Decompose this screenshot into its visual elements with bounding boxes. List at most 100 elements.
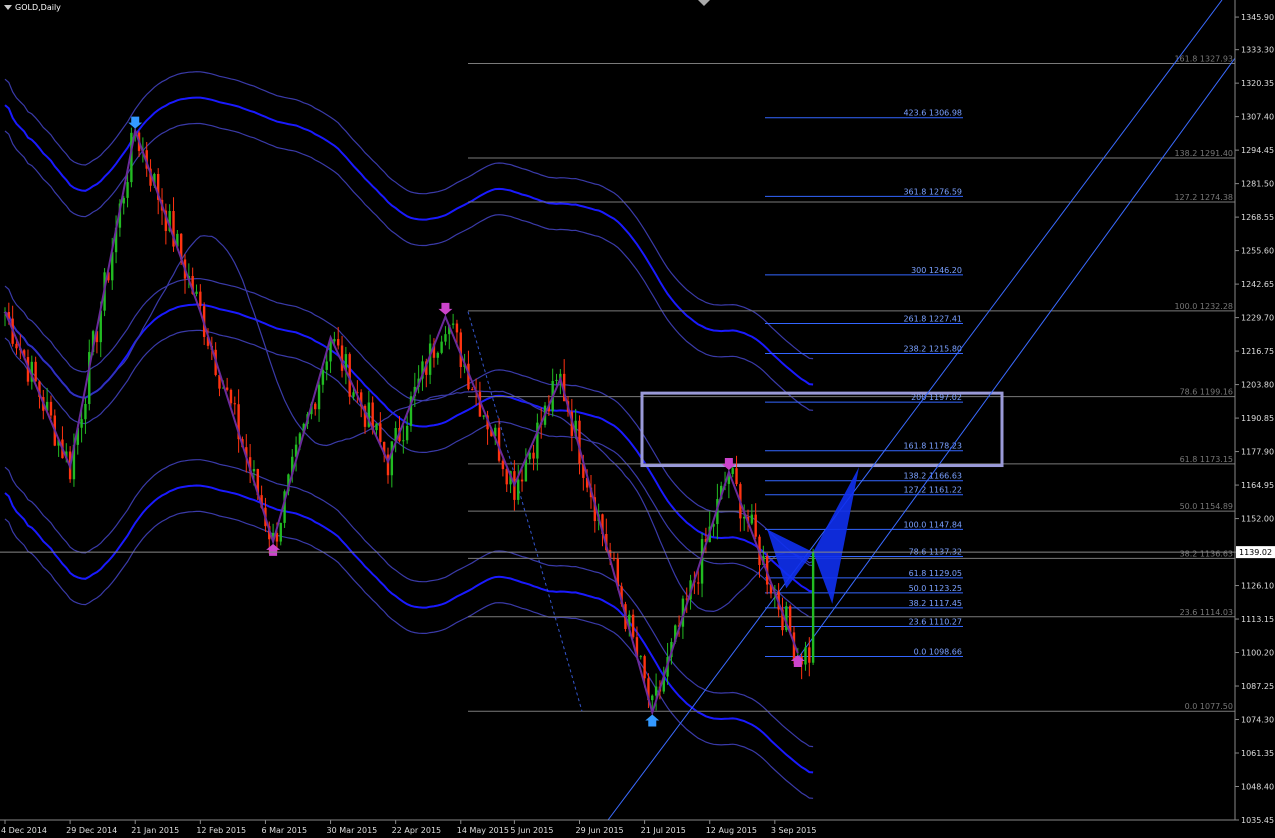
candle-body [505, 469, 508, 485]
price-tick-label: 1242.65 [1241, 280, 1274, 289]
chevron-down-icon[interactable] [4, 5, 12, 10]
candle-body [233, 403, 236, 405]
candle-body [520, 479, 524, 482]
fib-gray-label: 138.2 1291.40 [1174, 149, 1233, 158]
candle-body [555, 379, 558, 381]
candle-body [195, 291, 198, 294]
fib-gray-label: 100.0 1232.28 [1174, 302, 1233, 311]
price-tick-label: 1177.90 [1241, 448, 1274, 457]
candle-body [501, 460, 505, 470]
fib-blue-label: 127.2 1161.22 [903, 486, 962, 495]
time-tick-label: 14 May 2015 [457, 826, 509, 835]
price-tick-label: 1061.35 [1241, 749, 1274, 758]
candle-body [49, 401, 53, 416]
candle-body [612, 558, 616, 560]
time-tick-label: 30 Mar 2015 [327, 826, 378, 835]
price-tick-label: 1087.25 [1241, 682, 1274, 691]
price-tick-label: 1307.40 [1241, 113, 1274, 122]
time-tick-label: 6 Mar 2015 [261, 826, 307, 835]
candle-body [352, 392, 355, 397]
fib-blue-label: 61.8 1129.05 [909, 569, 962, 578]
candle-body [735, 468, 738, 485]
candle-body [405, 425, 409, 441]
fib-blue-label: 0.0 1098.66 [914, 648, 962, 657]
candle-body [333, 339, 336, 342]
price-tick-label: 1320.35 [1241, 79, 1274, 88]
price-tick-label: 1255.60 [1241, 247, 1274, 256]
candle-body [471, 389, 474, 391]
price-chart[interactable]: 161.8 1327.93 138.2 1291.40 127.2 1274.38 1… [0, 0, 1275, 838]
fib-blue-label: 50.0 1123.25 [909, 584, 962, 593]
price-tick-label: 1113.15 [1241, 615, 1274, 624]
fib-gray-label: 50.0 1154.89 [1180, 502, 1233, 511]
fib-gray-label: 127.2 1274.38 [1174, 193, 1233, 202]
candle-body [279, 522, 282, 542]
price-tick-label: 1164.95 [1241, 481, 1274, 490]
time-tick-label: 21 Jan 2015 [131, 826, 179, 835]
candle-body [750, 514, 754, 524]
time-tick-label: 3 Sep 2015 [771, 826, 817, 835]
price-tick-label: 1126.10 [1241, 582, 1274, 591]
price-tick-label: 1281.50 [1241, 180, 1274, 189]
candle-body [811, 552, 815, 663]
candle-body [314, 403, 317, 410]
price-tick-label: 1268.55 [1241, 213, 1274, 222]
candle-body [436, 352, 439, 358]
candle-body [225, 387, 229, 390]
price-tick-label: 1074.30 [1241, 716, 1274, 725]
price-tick-label: 1229.70 [1241, 314, 1274, 323]
candle-body [379, 423, 382, 442]
time-tick-label: 22 Apr 2015 [392, 826, 441, 835]
fib-blue-label: 261.8 1227.41 [903, 315, 962, 324]
fib-blue-label: 300 1246.20 [911, 266, 962, 275]
candle-body [375, 423, 378, 431]
current-price-label: 1139.02 [1239, 548, 1272, 557]
chart-title[interactable]: GOLD,Daily [4, 3, 61, 12]
candle-body [126, 182, 129, 198]
time-tick-label: 12 Aug 2015 [706, 826, 757, 835]
candle-body [337, 339, 340, 346]
time-tick-label: 5 Jun 2015 [510, 826, 553, 835]
fib-blue-label: 161.8 1178.23 [903, 442, 962, 451]
price-tick-label: 1345.90 [1241, 13, 1274, 22]
time-tick-label: 29 Jun 2015 [576, 826, 624, 835]
price-tick-label: 1035.45 [1241, 816, 1274, 825]
candle-body [639, 656, 642, 658]
price-tick-label: 1190.85 [1241, 414, 1274, 423]
price-tick-label: 1216.75 [1241, 347, 1274, 356]
candle-body [451, 323, 455, 325]
fib-blue-label: 38.2 1117.45 [909, 599, 962, 608]
fib-gray-label: 38.2 1136.63 [1180, 549, 1233, 558]
candle-body [532, 452, 535, 459]
price-tick-label: 1152.00 [1241, 515, 1274, 524]
candle-body [34, 361, 37, 382]
candle-body [402, 440, 405, 442]
candle-body [325, 361, 328, 370]
time-tick-label: 21 Jul 2015 [641, 826, 686, 835]
candle-body [804, 647, 807, 665]
candle-body [808, 647, 811, 663]
candle-body [731, 468, 734, 475]
candle-body [697, 582, 700, 584]
time-tick-label: 4 Dec 2014 [1, 826, 47, 835]
fib-blue-label: 423.6 1306.98 [903, 109, 962, 118]
fib-gray-label: 23.6 1114.03 [1180, 608, 1233, 617]
candle-body [482, 415, 485, 417]
candle-body [252, 469, 256, 472]
price-tick-label: 1100.20 [1241, 649, 1274, 658]
candle-body [15, 343, 18, 349]
candle-body [455, 323, 459, 333]
fib-gray-label: 78.6 1199.16 [1180, 388, 1233, 397]
fib-blue-label: 238.2 1215.80 [903, 345, 962, 354]
candle-body [631, 614, 635, 638]
fib-blue-label: 361.8 1276.59 [903, 187, 962, 196]
candle-body [80, 419, 83, 428]
candle-body [754, 514, 757, 537]
fib-gray-label: 161.8 1327.93 [1174, 55, 1233, 64]
fib-blue-label: 23.6 1110.27 [909, 617, 962, 626]
price-tick-label: 1203.80 [1241, 381, 1274, 390]
candle-body [390, 441, 394, 476]
candle-body [199, 291, 202, 307]
fib-blue-label: 100.0 1147.84 [903, 520, 962, 529]
candle-body [84, 404, 87, 420]
